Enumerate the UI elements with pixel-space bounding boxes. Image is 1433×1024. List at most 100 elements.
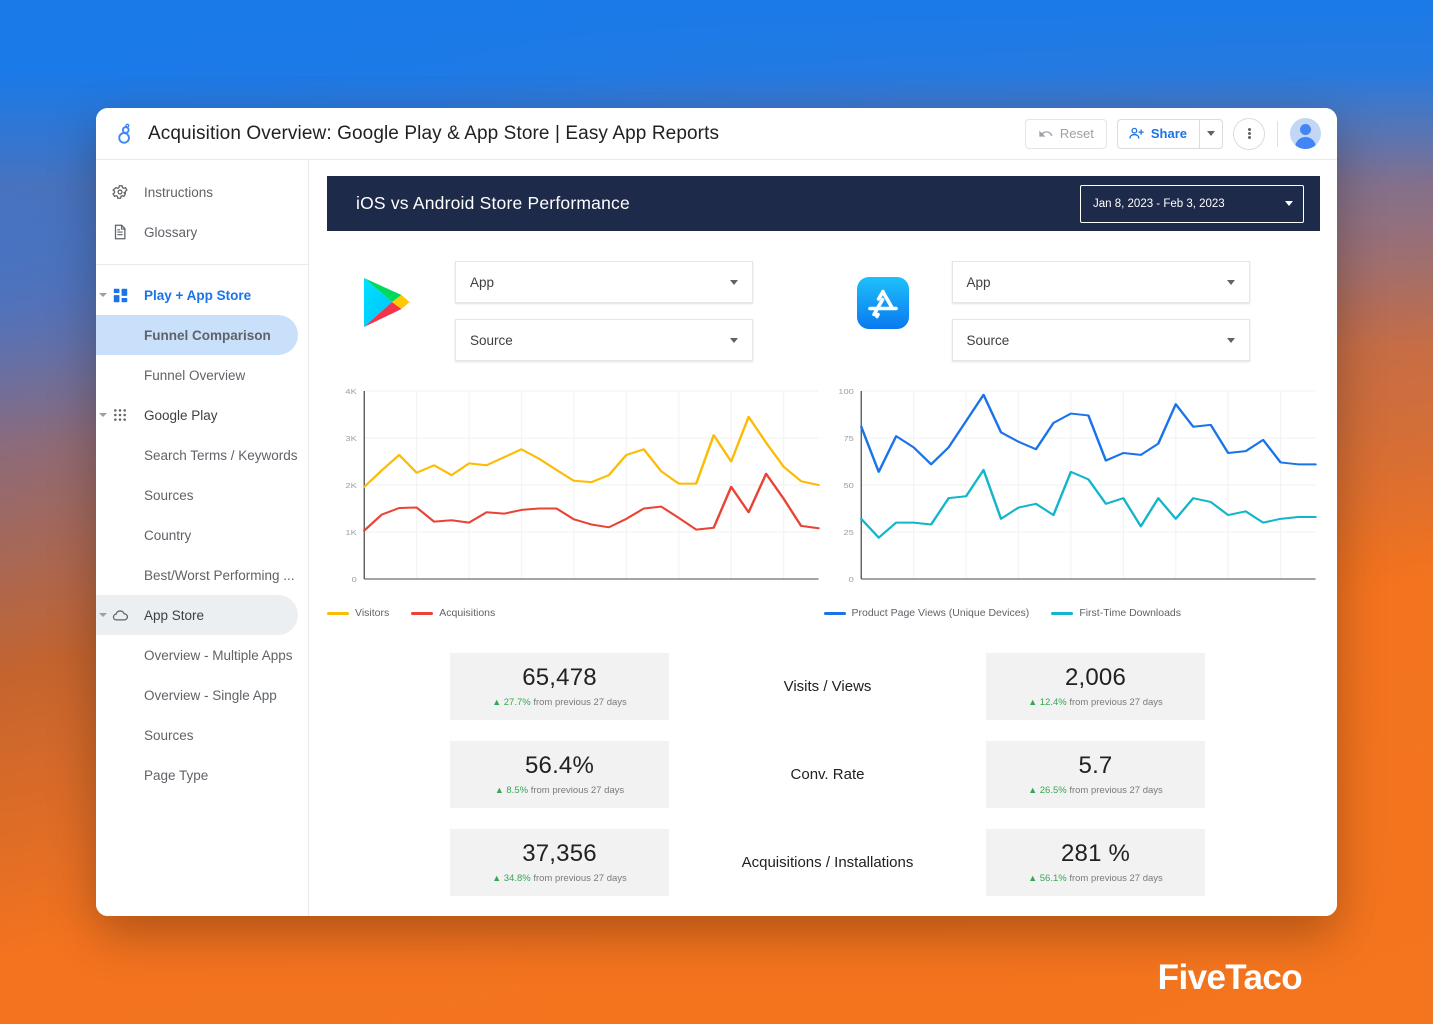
sidebar-group-label: Play + App Store [144, 287, 252, 303]
sidebar-item-funnel-overview[interactable]: Funnel Overview [96, 355, 298, 395]
sidebar-item-overview-single-app[interactable]: Overview - Single App [96, 675, 298, 715]
undo-icon [1039, 130, 1053, 137]
scorecards: 65,478 ▲ 27.7% from previous 27 days Vis… [327, 619, 1320, 896]
sidebar-item-label: Page Type [144, 767, 209, 783]
chevron-down-icon [1226, 279, 1235, 285]
google-play-icon [357, 261, 415, 345]
filter-value: Source [470, 332, 513, 348]
y-axis-tick-label: 3K [345, 434, 357, 443]
y-axis-tick-label: 0 [848, 575, 854, 584]
scorecard-installations-app-store[interactable]: 281 % ▲ 56.1% from previous 27 days [986, 829, 1205, 896]
avatar[interactable] [1290, 118, 1321, 149]
report-canvas: iOS vs Android Store Performance Jan 8, … [309, 160, 1337, 916]
sidebar-group-app-store[interactable]: App Store [96, 595, 298, 635]
toolbar-actions: Reset Share [1024, 117, 1321, 150]
legend-label: Acquisitions [439, 607, 496, 619]
legend-item[interactable]: Acquisitions [411, 607, 495, 619]
arrow-up-icon: ▲ [1028, 873, 1038, 883]
fivetaco-watermark: FiveTaco [1157, 958, 1303, 997]
store-filters-row: App Source App Source [327, 231, 1320, 361]
sidebar-item-instructions[interactable]: Instructions [96, 172, 298, 212]
google-play-filters: App Source [327, 261, 824, 361]
google-play-app-filter[interactable]: App [455, 261, 753, 303]
google-play-source-filter[interactable]: Source [455, 319, 753, 361]
scorecard-value: 2,006 [1064, 664, 1127, 691]
chevron-down-icon [1207, 131, 1215, 136]
more-options-button[interactable] [1233, 117, 1265, 150]
scorecard-conv-rate-google-play[interactable]: 56.4% ▲ 8.5% from previous 27 days [450, 741, 669, 808]
sidebar: Instructions Glossary Play + App Store F… [96, 160, 309, 916]
window-toolbar: Acquisition Overview: Google Play & App … [96, 108, 1337, 160]
app-store-icon [854, 261, 912, 345]
scorecard-label: Acquisitions / Installations [741, 854, 914, 871]
app-window: Acquisition Overview: Google Play & App … [96, 108, 1337, 916]
app-store-filter-stack: App Source [951, 261, 1250, 361]
document-icon [110, 222, 130, 242]
person-add-icon [1129, 127, 1144, 139]
sidebar-item-sources-google-play[interactable]: Sources [96, 475, 298, 515]
chevron-down-icon [98, 290, 108, 300]
share-button-group: Share [1116, 118, 1223, 149]
sidebar-item-label: Glossary [144, 224, 198, 240]
scorecard-delta-suffix: from previous 27 days [533, 873, 627, 884]
arrow-up-icon: ▲ [1028, 785, 1038, 795]
scorecard-delta-suffix: from previous 27 days [1069, 873, 1163, 884]
sidebar-item-page-type[interactable]: Page Type [96, 755, 298, 795]
app-store-chart-panel: 0 25 50 75 100 Product Page Views (Unique De… [823, 383, 1321, 619]
sidebar-item-label: Best/Worst Performing ... [144, 567, 295, 583]
scorecard-delta-pct: 34.8% [503, 873, 531, 884]
scorecard-delta-pct: 56.1% [1039, 873, 1067, 884]
sidebar-item-label: Search Terms / Keywords [144, 447, 298, 463]
legend-swatch [1051, 611, 1074, 615]
legend-item[interactable]: Product Page Views (Unique Devices) [823, 607, 1029, 619]
sidebar-item-overview-multiple-apps[interactable]: Overview - Multiple Apps [96, 635, 298, 675]
y-axis-tick-label: 4K [345, 387, 357, 396]
scorecard-row: 37,356 ▲ 34.8% from previous 27 days Acq… [327, 829, 1320, 896]
sidebar-item-glossary[interactable]: Glossary [96, 212, 298, 252]
google-play-chart-panel: 0 1K 2K 3K 4K Visitors Acquisitions [327, 383, 824, 619]
app-store-filters: App Source [824, 261, 1321, 361]
reset-button[interactable]: Reset [1024, 118, 1107, 149]
sidebar-item-best-worst-performing[interactable]: Best/Worst Performing ... [96, 555, 298, 595]
y-axis-tick-label: 50 [843, 481, 854, 490]
sidebar-item-label: Sources [144, 487, 194, 503]
app-store-trend-chart[interactable]: 0 25 50 75 100 [824, 383, 1321, 603]
scorecard-visits-google-play[interactable]: 65,478 ▲ 27.7% from previous 27 days [450, 653, 669, 720]
scorecard-delta-pct: 8.5% [506, 785, 529, 796]
google-play-trend-chart[interactable]: 0 1K 2K 3K 4K [327, 383, 824, 603]
app-store-app-filter[interactable]: App [951, 261, 1250, 303]
filter-value: Source [966, 332, 1010, 348]
legend-item[interactable]: First-Time Downloads [1051, 607, 1181, 619]
page-title: Acquisition Overview: Google Play & App … [148, 122, 720, 144]
sidebar-item-search-terms-keywords[interactable]: Search Terms / Keywords [96, 435, 298, 475]
sidebar-item-label: Country [144, 527, 192, 543]
app-store-source-filter[interactable]: Source [951, 319, 1250, 361]
scorecard-conv-rate-app-store[interactable]: 5.7 ▲ 26.5% from previous 27 days [986, 741, 1205, 808]
legend-item[interactable]: Visitors [327, 607, 389, 619]
reset-label: Reset [1059, 126, 1094, 141]
report-header: iOS vs Android Store Performance Jan 8, … [327, 176, 1320, 231]
sidebar-group-google-play[interactable]: Google Play [96, 395, 298, 435]
sidebar-item-sources-app-store[interactable]: Sources [96, 715, 298, 755]
chevron-down-icon [1226, 337, 1235, 343]
sidebar-item-country[interactable]: Country [96, 515, 298, 555]
share-button[interactable]: Share [1116, 118, 1199, 149]
sidebar-item-label: Instructions [144, 184, 214, 200]
date-range-picker[interactable]: Jan 8, 2023 - Feb 3, 2023 [1080, 184, 1304, 223]
y-axis-tick-label: 1K [345, 528, 357, 537]
report-title: iOS vs Android Store Performance [356, 193, 630, 213]
scorecard-delta: ▲ 27.7% from previous 27 days [460, 697, 659, 708]
y-axis-tick-label: 0 [352, 575, 358, 584]
scorecard-views-app-store[interactable]: 2,006 ▲ 12.4% from previous 27 days [986, 653, 1205, 720]
scorecard-delta: ▲ 12.4% from previous 27 days [996, 697, 1195, 708]
share-label: Share [1150, 126, 1187, 141]
scorecard-acquisitions-google-play[interactable]: 37,356 ▲ 34.8% from previous 27 days [450, 829, 669, 896]
scorecard-delta-pct: 26.5% [1039, 785, 1067, 796]
sidebar-group-label: Google Play [144, 407, 218, 423]
sidebar-item-funnel-comparison[interactable]: Funnel Comparison [96, 315, 298, 355]
scorecard-delta-suffix: from previous 27 days [1069, 697, 1163, 708]
google-play-chart-legend: Visitors Acquisitions [327, 607, 824, 619]
sidebar-group-play-app-store[interactable]: Play + App Store [96, 275, 298, 315]
share-dropdown-toggle[interactable] [1199, 118, 1223, 149]
filter-value: App [470, 274, 495, 290]
